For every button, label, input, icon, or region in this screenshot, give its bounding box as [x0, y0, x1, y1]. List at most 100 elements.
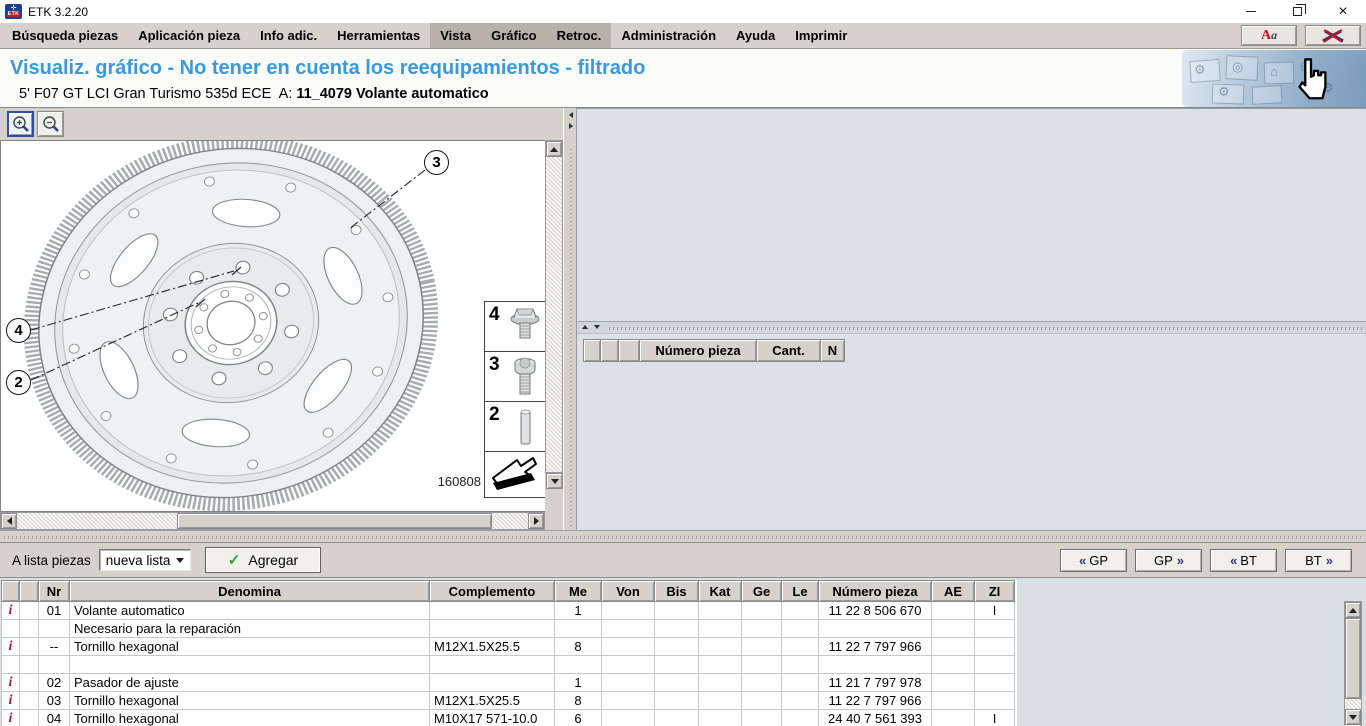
cell-ge [742, 620, 782, 638]
legend-item-3[interactable]: 3 [484, 351, 545, 401]
drawing-canvas[interactable]: 3 4 2 432 [0, 140, 545, 512]
menu-item-aplicaci-n-pieza[interactable]: Aplicación pieza [128, 23, 250, 48]
add-button[interactable]: ✓ Agregar [205, 547, 321, 573]
scroll-left-button[interactable] [1, 513, 17, 529]
hide-tools-button[interactable] [1305, 25, 1361, 46]
cell-ae [932, 638, 975, 656]
cell-me: 1 [555, 602, 602, 620]
info-icon[interactable]: i [9, 603, 13, 618]
selection-col-blank[interactable] [600, 339, 619, 362]
menu-item-retroc[interactable]: Retroc. [547, 23, 612, 48]
menu-item-gr-fico[interactable]: Gráfico [481, 23, 547, 48]
col-header-zi[interactable]: ZI [975, 581, 1015, 602]
canvas-horizontal-scrollbar[interactable] [0, 512, 545, 530]
nav-button-gp[interactable]: «GP [1060, 549, 1127, 572]
info-icon[interactable]: i [9, 711, 13, 726]
restore-button[interactable] [1274, 0, 1320, 23]
cell-von [602, 602, 655, 620]
zoom-in-button[interactable] [7, 111, 34, 137]
selection-splitter[interactable] [577, 321, 1366, 334]
parts-vertical-scrollbar[interactable] [1344, 601, 1362, 726]
cell-num: 11 22 8 506 670 [819, 602, 932, 620]
legend-item-2[interactable]: 2 [484, 401, 545, 451]
splitter-left-arrow-icon[interactable] [569, 112, 573, 118]
cell-comp: M10X17 571-10.0 [430, 710, 555, 726]
table-row[interactable]: i03Tornillo hexagonalM12X1.5X25.5811 22 … [2, 692, 1015, 710]
col-header-blank[interactable] [20, 581, 39, 602]
menu-item-b-squeda-piezas[interactable]: Búsqueda piezas [2, 23, 128, 48]
legend-item-4[interactable]: 4 [484, 301, 545, 351]
nav-button-bt[interactable]: «BT [1210, 549, 1277, 572]
cell-nr [39, 656, 70, 674]
scroll-thumb[interactable] [177, 513, 492, 529]
menu-item-info-adic[interactable]: Info adic. [250, 23, 327, 48]
cell-info [2, 620, 20, 638]
col-header-complemento[interactable]: Complemento [430, 581, 555, 602]
col-header-nr[interactable]: Nr [39, 581, 70, 602]
splitter-down-arrow-icon[interactable] [594, 325, 600, 329]
cell-ge [742, 692, 782, 710]
selection-col-n-mero-pieza[interactable]: Número pieza [639, 339, 757, 362]
zoom-out-button[interactable] [37, 111, 64, 137]
menu-item-administraci-n[interactable]: Administración [611, 23, 726, 48]
gear-sketch-icon: ⚙ [1194, 62, 1206, 78]
selection-col-blank[interactable] [583, 339, 601, 362]
splitter-right-arrow-icon[interactable] [569, 123, 573, 129]
scroll-up-button[interactable] [546, 141, 562, 157]
col-header-ae[interactable]: AE [932, 581, 975, 602]
table-row[interactable]: i04Tornillo hexagonalM10X17 571-10.0624 … [2, 710, 1015, 726]
table-row[interactable]: i--Tornillo hexagonalM12X1.5X25.5811 22 … [2, 638, 1015, 656]
callout-2[interactable]: 2 [6, 370, 31, 395]
col-header-n-mero-pieza[interactable]: Número pieza [819, 581, 932, 602]
scroll-up-button[interactable] [1345, 602, 1361, 618]
col-header-denomina[interactable]: Denomina [70, 581, 430, 602]
menu-item-ayuda[interactable]: Ayuda [726, 23, 785, 48]
info-icon[interactable]: i [9, 693, 13, 708]
close-button[interactable]: × [1320, 0, 1366, 23]
list-dropdown[interactable]: nueva lista [99, 549, 191, 571]
col-header-kat[interactable]: Kat [699, 581, 742, 602]
cell-nr: 03 [39, 692, 70, 710]
main-horizontal-splitter[interactable] [0, 530, 1366, 543]
legend-number: 2 [489, 404, 500, 426]
table-row[interactable] [2, 656, 1015, 674]
cell-bis [655, 638, 699, 656]
callout-4[interactable]: 4 [6, 318, 31, 343]
nav-button-gp[interactable]: GP» [1135, 549, 1202, 572]
info-icon[interactable]: i [9, 639, 13, 654]
canvas-vertical-scrollbar[interactable] [545, 140, 563, 473]
table-row[interactable]: i01Volante automatico111 22 8 506 670I [2, 602, 1015, 620]
col-header-me[interactable]: Me [555, 581, 602, 602]
splitter-up-arrow-icon[interactable] [582, 325, 588, 329]
scroll-thumb[interactable] [1345, 618, 1361, 699]
menu-item-vista[interactable]: Vista [430, 23, 481, 48]
hex-bolt-icon [507, 356, 543, 401]
col-header-blank[interactable] [2, 581, 20, 602]
cell-comp: M12X1.5X25.5 [430, 638, 555, 656]
menu-item-imprimir[interactable]: Imprimir [785, 23, 857, 48]
scroll-down-button[interactable] [1345, 709, 1361, 725]
selection-col-blank[interactable] [618, 339, 640, 362]
scroll-track[interactable] [17, 513, 528, 529]
menu-item-herramientas[interactable]: Herramientas [327, 23, 430, 48]
cell-von [602, 638, 655, 656]
font-size-button[interactable]: Aa [1241, 25, 1297, 46]
cell-comp [430, 656, 555, 674]
selection-detail-area [577, 109, 1366, 321]
col-header-le[interactable]: Le [782, 581, 819, 602]
col-header-bis[interactable]: Bis [655, 581, 699, 602]
minimize-button[interactable] [1228, 0, 1274, 23]
scroll-track[interactable] [1345, 699, 1361, 709]
scroll-right-button[interactable] [528, 513, 544, 529]
selection-col-n[interactable]: N [820, 339, 845, 362]
col-header-von[interactable]: Von [602, 581, 655, 602]
info-icon[interactable]: i [9, 675, 13, 690]
vertical-splitter[interactable] [563, 108, 577, 530]
drawing-select-button[interactable] [546, 473, 563, 489]
selection-col-cant[interactable]: Cant. [756, 339, 821, 362]
nav-button-bt[interactable]: BT» [1285, 549, 1352, 572]
callout-3[interactable]: 3 [424, 150, 449, 175]
col-header-ge[interactable]: Ge [742, 581, 782, 602]
table-row[interactable]: i02Pasador de ajuste111 21 7 797 978 [2, 674, 1015, 692]
table-row[interactable]: Necesario para la reparación [2, 620, 1015, 638]
